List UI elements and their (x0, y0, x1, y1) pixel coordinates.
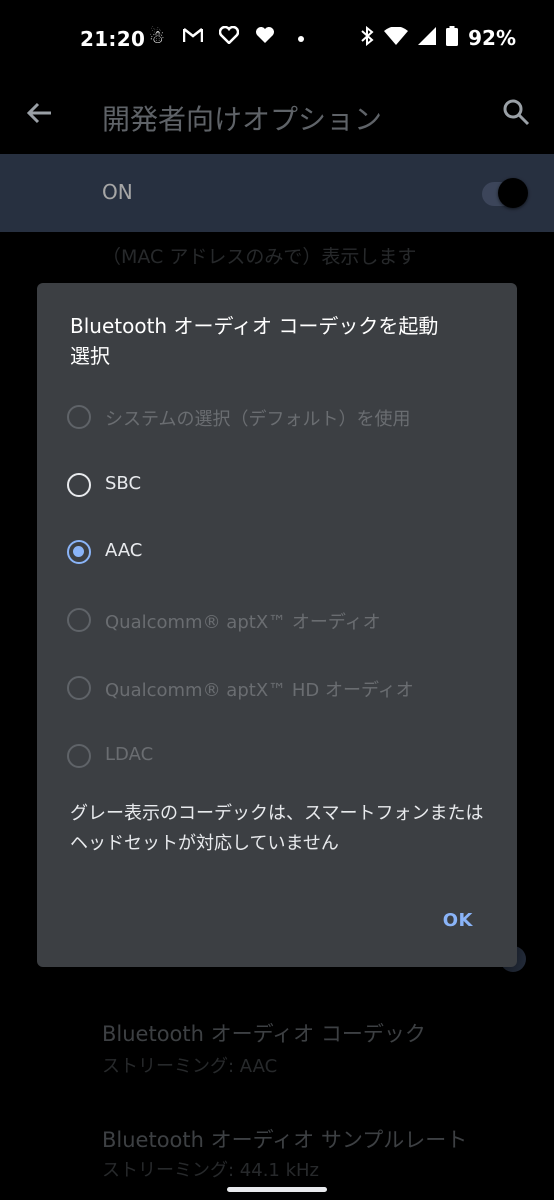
radio-button[interactable] (67, 744, 91, 768)
back-button[interactable] (25, 98, 55, 132)
gesture-nav-handle[interactable] (227, 1187, 327, 1192)
radio-label: LDAC (105, 744, 154, 765)
radio-label: Qualcomm® aptX™ HD オーディオ (105, 680, 414, 701)
status-right: 92% (360, 25, 516, 50)
radio-button[interactable] (67, 473, 91, 497)
radio-label: AAC (105, 540, 143, 561)
notification-icons: ☃ (146, 25, 312, 49)
heart-icon (254, 26, 276, 49)
radio-option-default[interactable]: システムの選択（デフォルト）を使用 (67, 399, 487, 439)
app-bar: 開発者向けオプション (0, 80, 554, 152)
radio-button-checked[interactable] (67, 540, 91, 564)
gmail-icon (182, 27, 204, 48)
dialog-title-text: Bluetooth オーディオ コーデックを起動 選択 (70, 314, 439, 368)
radio-label: Qualcomm® aptX™ オーディオ (105, 612, 381, 633)
ok-button[interactable]: OK (443, 910, 473, 931)
back-arrow-icon (26, 102, 51, 124)
page-title: 開発者向けオプション (102, 103, 383, 136)
radio-option-aptx[interactable]: Qualcomm® aptX™ オーディオ (67, 602, 487, 642)
dialog-title: Bluetooth オーディオ コーデックを起動 選択 (70, 311, 500, 371)
radio-button[interactable] (67, 405, 91, 429)
status-time: 21:20 (80, 27, 146, 51)
battery-percent: 92% (468, 26, 516, 50)
radio-button[interactable] (67, 608, 91, 632)
codec-dialog: Bluetooth オーディオ コーデックを起動 選択 システムの選択（デフォル… (37, 283, 517, 967)
search-button[interactable] (502, 98, 530, 130)
radio-label: システムの選択（デフォルト）を使用 (105, 409, 411, 430)
bluetooth-icon (360, 25, 374, 50)
radio-label: SBC (105, 473, 142, 494)
dot-icon (290, 27, 312, 48)
cellular-icon (418, 27, 437, 49)
radio-option-sbc[interactable]: SBC (67, 467, 487, 507)
radio-option-aac[interactable]: AAC (67, 534, 487, 574)
battery-icon (446, 26, 459, 50)
heart-outline-icon (218, 25, 240, 49)
status-bar: 21:20 ☃ 92% (0, 0, 554, 80)
wifi-icon (384, 26, 409, 49)
radio-option-aptx-hd[interactable]: Qualcomm® aptX™ HD オーディオ (67, 670, 487, 710)
radio-button[interactable] (67, 676, 91, 700)
app-icon: ☃ (148, 27, 166, 48)
radio-option-ldac[interactable]: LDAC (67, 738, 487, 778)
dialog-note: グレー表示のコーデックは、スマートフォンまたはヘッドセットが対応していません (70, 803, 484, 854)
search-icon (503, 99, 530, 126)
